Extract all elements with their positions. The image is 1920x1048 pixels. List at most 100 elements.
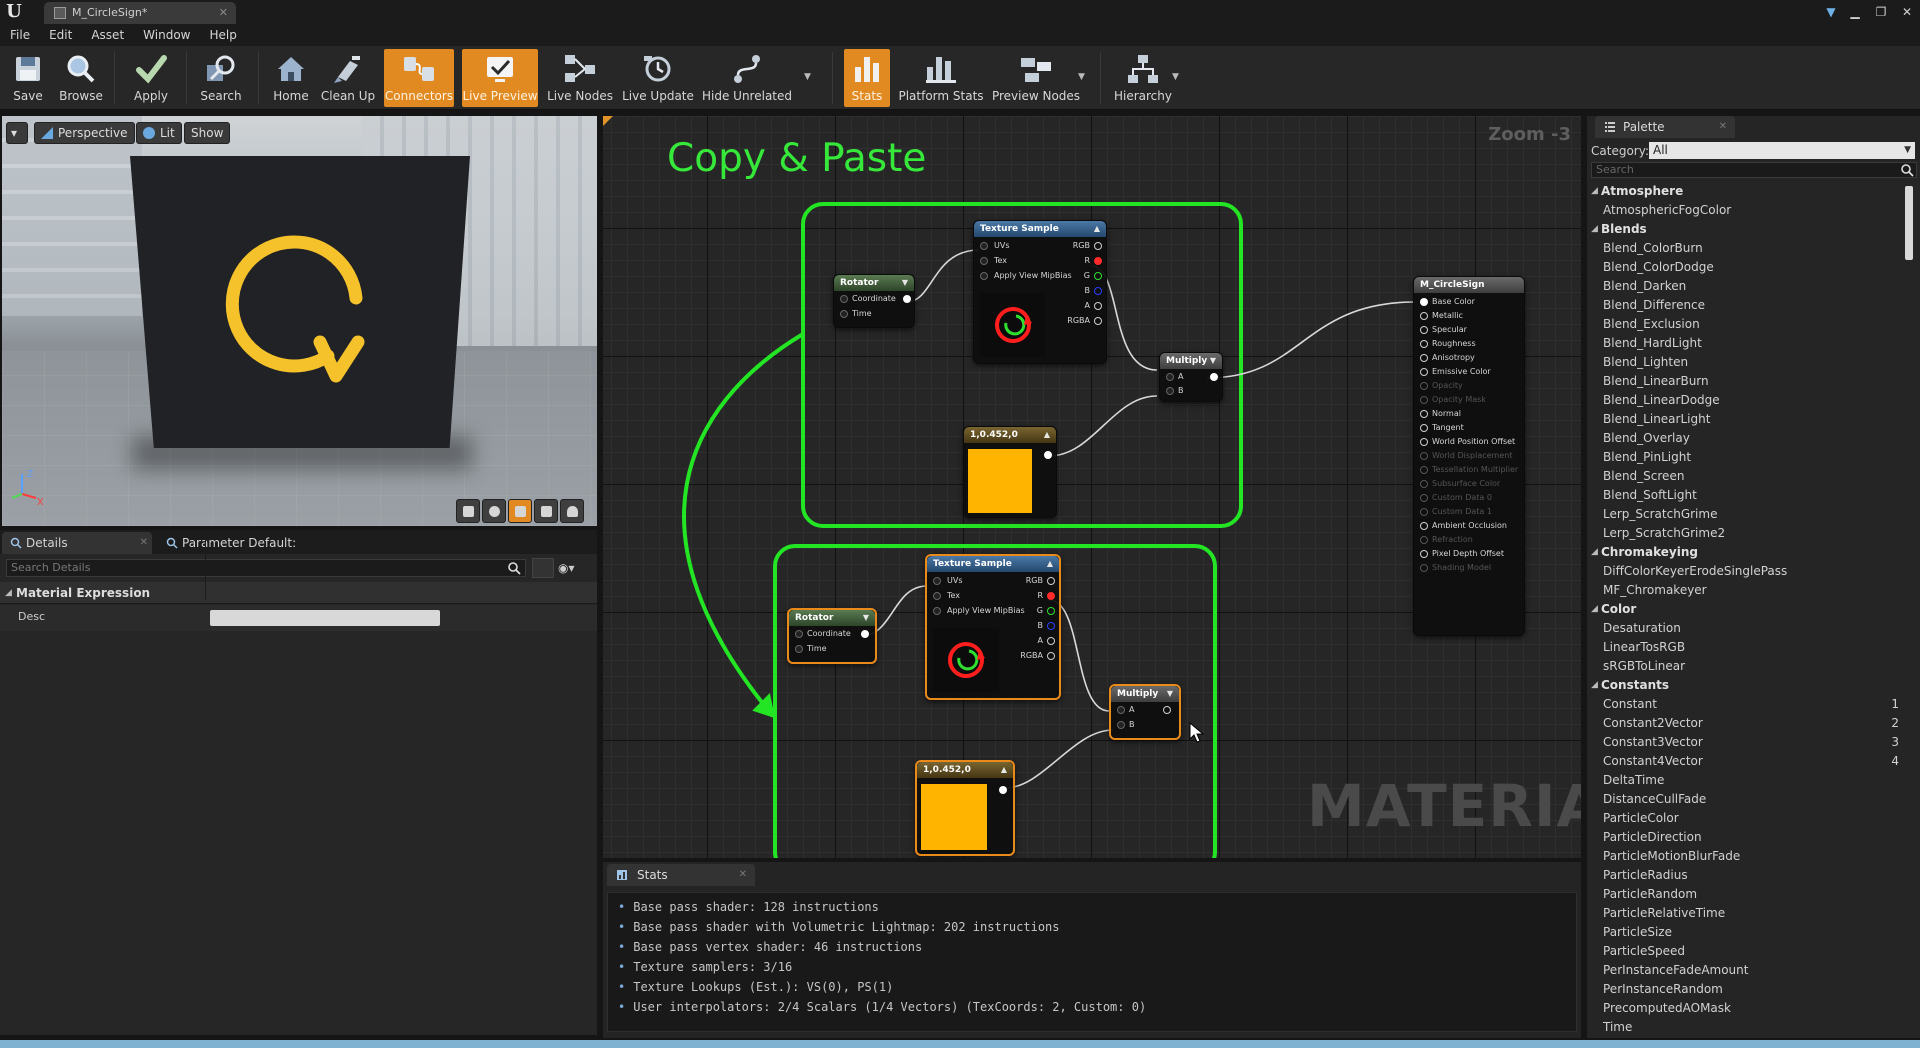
tex-input-pin[interactable] <box>933 592 941 600</box>
close-tab-icon[interactable]: ✕ <box>1719 116 1727 138</box>
result-input-pin[interactable] <box>1420 550 1428 558</box>
platform-stats-button[interactable]: Platform Stats <box>898 49 984 107</box>
tab-parameter-defaults[interactable]: Parameter Default: <box>158 532 308 554</box>
collapse-arrow-icon[interactable]: ▲ <box>1047 556 1053 572</box>
result-input-pin[interactable] <box>1420 536 1428 544</box>
palette-search-input[interactable]: Search <box>1591 162 1917 178</box>
preview-nodes-dropdown-icon[interactable]: ▼ <box>1078 72 1085 82</box>
palette-item[interactable]: ParticleColor <box>1587 809 1903 828</box>
rotator-node[interactable]: Rotator ▼ Coordinate Time <box>833 274 915 328</box>
result-input-pin[interactable] <box>1420 564 1428 572</box>
palette-item[interactable]: Blend_Difference <box>1587 296 1903 315</box>
tab-palette[interactable]: Palette ✕ <box>1595 116 1735 138</box>
preview-cube-button[interactable] <box>534 499 558 523</box>
restore-button[interactable]: ❐ <box>1868 2 1894 22</box>
collapse-arrow-icon[interactable]: ▼ <box>1167 686 1173 702</box>
palette-item[interactable]: Blend_LinearBurn <box>1587 372 1903 391</box>
minimize-button[interactable]: ▁ <box>1842 2 1868 22</box>
palette-item[interactable]: DiffColorKeyerErodeSinglePass <box>1587 562 1903 581</box>
palette-item[interactable]: PerInstanceFadeAmount <box>1587 961 1903 980</box>
result-input-pin[interactable] <box>1420 522 1428 530</box>
close-tab-icon[interactable]: ✕ <box>739 864 747 886</box>
palette-item[interactable]: Constant 1 <box>1587 695 1903 714</box>
palette-item[interactable]: Blend_SoftLight <box>1587 486 1903 505</box>
document-tab[interactable]: M_CircleSign* ✕ <box>44 2 236 24</box>
palette-category[interactable]: ◢ Constants <box>1587 676 1903 695</box>
result-input-pin[interactable] <box>1420 368 1428 376</box>
palette-item[interactable]: ParticleSize <box>1587 923 1903 942</box>
multiply-output-pin[interactable] <box>1210 373 1218 381</box>
close-tab-icon[interactable]: ✕ <box>140 532 148 554</box>
collapse-arrow-icon[interactable]: ▼ <box>863 610 869 626</box>
material-result-node[interactable]: M_CircleSign Base Color Metallic Specular R… <box>1413 276 1525 636</box>
result-input-pin[interactable] <box>1420 424 1428 432</box>
preview-viewport[interactable]: ▾ Perspective Lit Show Z X <box>2 116 597 526</box>
menu-file[interactable]: File <box>10 28 30 42</box>
multiply-node[interactable]: Multiply ▼ A B <box>1159 352 1223 402</box>
rgb-output-pin[interactable] <box>1047 577 1055 585</box>
palette-item[interactable]: DeltaTime <box>1587 771 1903 790</box>
preview-nodes-button[interactable]: Preview Nodes <box>992 49 1080 107</box>
b-input-pin[interactable] <box>1166 387 1174 395</box>
palette-item[interactable]: Blend_LinearDodge <box>1587 391 1903 410</box>
texture-sample-node-copy[interactable]: Texture Sample ▲ UVs Tex Apply View MipBi… <box>925 554 1061 700</box>
save-button[interactable]: Save <box>8 49 48 107</box>
palette-item[interactable]: ParticleMotionBlurFade <box>1587 847 1903 866</box>
stats-button[interactable]: Stats <box>844 49 890 107</box>
preview-custom-mesh-button[interactable] <box>560 499 584 523</box>
palette-item[interactable]: Blend_PinLight <box>1587 448 1903 467</box>
palette-item[interactable]: Constant2Vector 2 <box>1587 714 1903 733</box>
coordinate-input-pin[interactable] <box>840 295 848 303</box>
a-output-pin[interactable] <box>1047 637 1055 645</box>
desc-text-field[interactable] <box>210 610 440 626</box>
tab-details[interactable]: Details ✕ <box>2 532 152 554</box>
result-input-pin[interactable] <box>1420 494 1428 502</box>
viewport-options-button[interactable]: ▾ <box>6 122 28 144</box>
palette-item[interactable]: ParticleRandom <box>1587 885 1903 904</box>
b-output-pin[interactable] <box>1047 622 1055 630</box>
result-input-pin[interactable] <box>1420 382 1428 390</box>
g-output-pin[interactable] <box>1094 272 1102 280</box>
search-details-input[interactable]: Search Details <box>6 559 526 577</box>
constant3vector-node-copy[interactable]: 1,0.452,0 ▲ <box>915 760 1015 856</box>
result-input-pin[interactable] <box>1420 466 1428 474</box>
search-button[interactable]: Search <box>198 49 244 107</box>
menu-help[interactable]: Help <box>209 28 236 42</box>
uvs-input-pin[interactable] <box>933 577 941 585</box>
palette-category[interactable]: ◢ Color <box>1587 600 1903 619</box>
preview-cylinder-button[interactable] <box>456 499 480 523</box>
view-options-grid-icon[interactable] <box>532 558 554 578</box>
palette-item[interactable]: LinearTosRGB <box>1587 638 1903 657</box>
a-output-pin[interactable] <box>1094 302 1102 310</box>
palette-item[interactable]: PrecomputedAOMask <box>1587 999 1903 1018</box>
live-nodes-button[interactable]: Live Nodes <box>547 49 613 107</box>
time-input-pin[interactable] <box>795 645 803 653</box>
live-preview-button[interactable]: Live Preview <box>462 49 538 107</box>
collapse-arrow-icon[interactable]: ▲ <box>1044 427 1050 443</box>
multiply-node-copy[interactable]: Multiply ▼ A B <box>1109 684 1181 740</box>
preview-plane-button[interactable] <box>508 499 532 523</box>
a-input-pin[interactable] <box>1166 373 1174 381</box>
browse-button[interactable]: Browse <box>56 49 106 107</box>
palette-scrollbar[interactable] <box>1905 186 1913 260</box>
mipbias-input-pin[interactable] <box>980 272 988 280</box>
material-expression-category[interactable]: ◢ Material Expression <box>0 582 597 604</box>
b-output-pin[interactable] <box>1094 287 1102 295</box>
result-input-pin[interactable] <box>1420 354 1428 362</box>
result-input-pin[interactable] <box>1420 312 1428 320</box>
r-output-pin[interactable] <box>1047 592 1055 600</box>
show-button[interactable]: Show <box>184 122 231 144</box>
texture-sample-node[interactable]: Texture Sample ▲ UVs Tex Apply View MipBi… <box>973 220 1107 364</box>
multiply-output-pin[interactable] <box>1163 706 1171 714</box>
rgba-output-pin[interactable] <box>1094 317 1102 325</box>
home-button[interactable]: Home <box>270 49 312 107</box>
palette-item[interactable]: sRGBToLinear <box>1587 657 1903 676</box>
column-splitter[interactable] <box>205 530 206 600</box>
palette-item[interactable]: Blend_Screen <box>1587 467 1903 486</box>
clean-up-button[interactable]: Clean Up <box>320 49 376 107</box>
palette-category[interactable]: ◢ Atmosphere <box>1587 182 1903 201</box>
hide-unrelated-dropdown-icon[interactable]: ▼ <box>804 72 811 82</box>
menu-window[interactable]: Window <box>143 28 190 42</box>
palette-item[interactable]: ParticleRadius <box>1587 866 1903 885</box>
palette-category[interactable]: ◢ Blends <box>1587 220 1903 239</box>
